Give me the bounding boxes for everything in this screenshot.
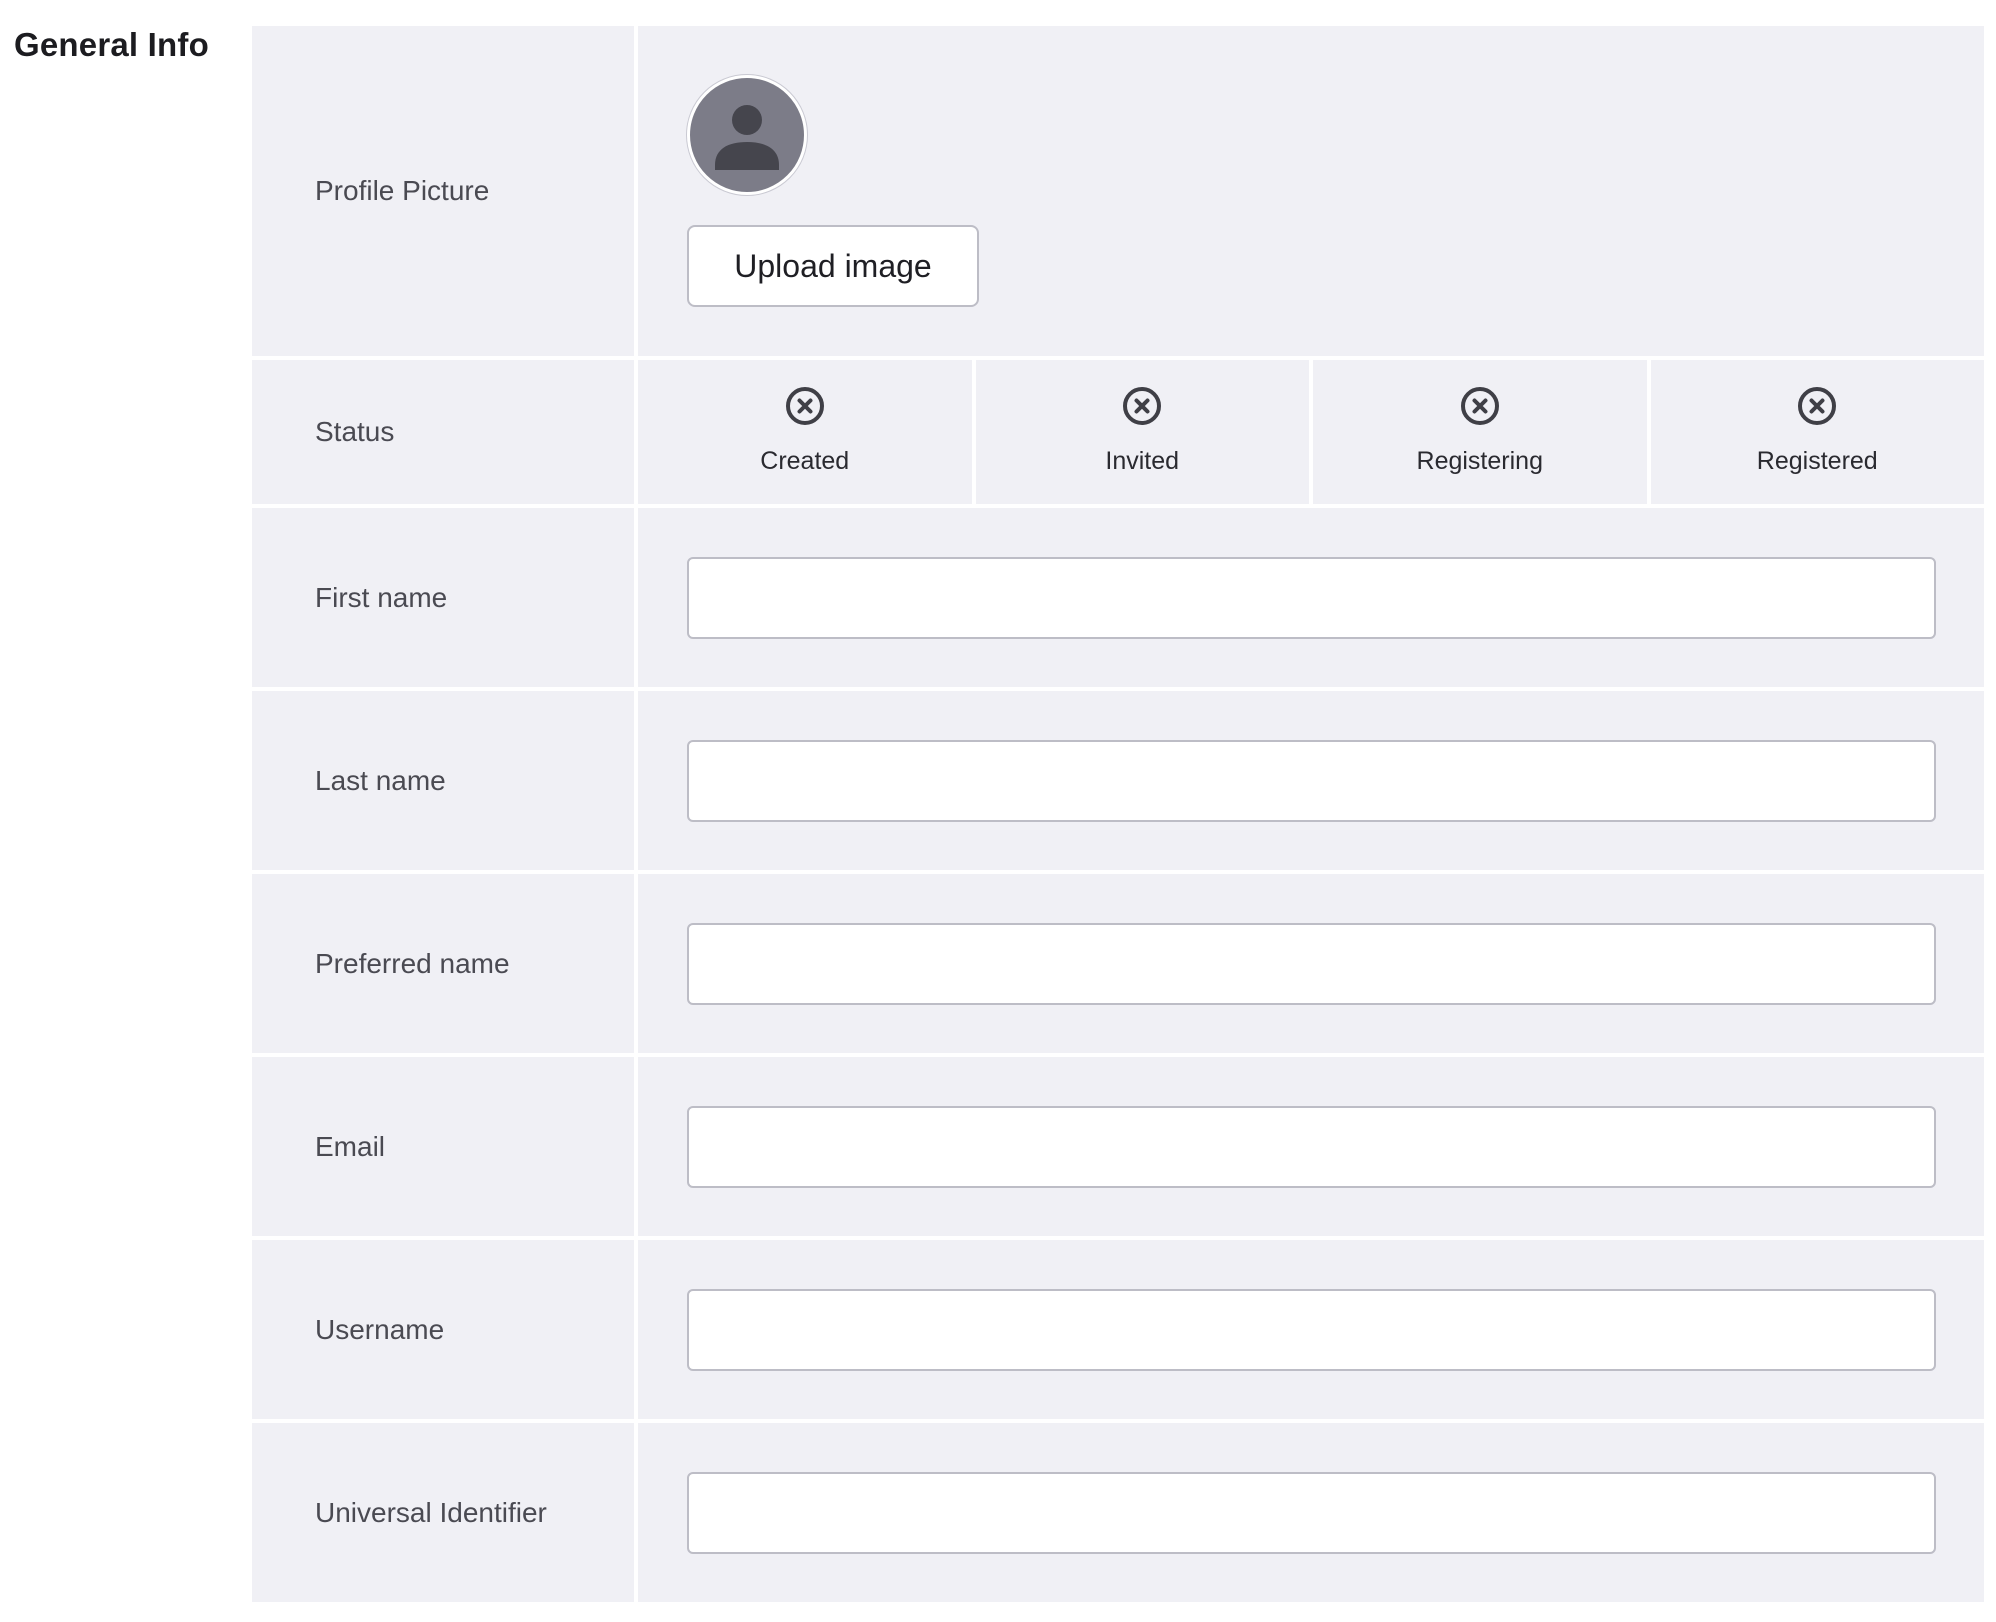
- first-name-label: First name: [252, 508, 638, 687]
- user-avatar-icon: [687, 75, 807, 195]
- circle-x-icon: [1460, 387, 1499, 425]
- username-label: Username: [252, 1240, 638, 1419]
- status-step-label: Invited: [1105, 447, 1180, 475]
- universal-identifier-row: Universal Identifier: [252, 1423, 1984, 1602]
- last-name-label: Last name: [252, 691, 638, 870]
- status-step-created[interactable]: Created: [638, 360, 976, 504]
- status-label: Status: [252, 360, 638, 504]
- status-step-registered[interactable]: Registered: [1651, 360, 1985, 504]
- preferred-name-label: Preferred name: [252, 874, 638, 1053]
- profile-picture-row: Profile Picture Upload image: [252, 26, 1984, 360]
- last-name-row: Last name: [252, 691, 1984, 874]
- preferred-name-row: Preferred name: [252, 874, 1984, 1057]
- section-title: General Info: [14, 26, 209, 63]
- email-label: Email: [252, 1057, 638, 1236]
- profile-picture-cell: Upload image: [638, 26, 1984, 356]
- circle-x-icon: [785, 387, 824, 425]
- first-name-field[interactable]: [687, 556, 1936, 639]
- profile-picture-label: Profile Picture: [252, 26, 638, 356]
- first-name-row: First name: [252, 508, 1984, 691]
- general-info-form: Profile Picture Upload image Status Crea…: [252, 26, 1984, 1602]
- universal-identifier-label: Universal Identifier: [252, 1423, 638, 1602]
- status-step-label: Registering: [1416, 447, 1543, 475]
- status-step-label: Created: [760, 447, 850, 475]
- status-step-registering[interactable]: Registering: [1313, 360, 1651, 504]
- preferred-name-field[interactable]: [687, 922, 1936, 1005]
- email-field[interactable]: [687, 1105, 1936, 1188]
- username-row: Username: [252, 1240, 1984, 1423]
- username-field[interactable]: [687, 1288, 1936, 1371]
- status-row: Status Created Invited Registering Regis…: [252, 360, 1984, 508]
- upload-image-button[interactable]: Upload image: [687, 225, 979, 307]
- status-step-label: Registered: [1756, 447, 1878, 475]
- circle-x-icon: [1123, 387, 1162, 425]
- last-name-field[interactable]: [687, 739, 1936, 822]
- circle-x-icon: [1798, 387, 1837, 425]
- status-step-invited[interactable]: Invited: [976, 360, 1313, 504]
- universal-identifier-field[interactable]: [687, 1471, 1936, 1554]
- email-row: Email: [252, 1057, 1984, 1240]
- status-cell: Created Invited Registering Registered: [638, 360, 1984, 504]
